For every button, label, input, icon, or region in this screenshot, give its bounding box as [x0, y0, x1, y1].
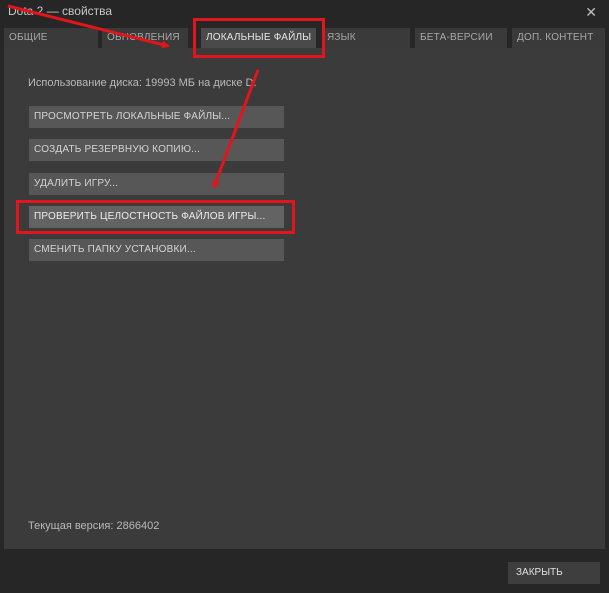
tab-general[interactable]: ОБЩИЕ: [4, 28, 98, 48]
tab-language[interactable]: ЯЗЫК: [322, 28, 410, 48]
backup-game-button[interactable]: СОЗДАТЬ РЕЗЕРВНУЮ КОПИЮ...: [29, 139, 284, 161]
current-version-text: Текущая версия: 2866402: [28, 520, 160, 532]
close-button[interactable]: ЗАКРЫТЬ: [508, 562, 600, 584]
disk-usage-text: Использование диска: 19993 МБ на диске D…: [28, 77, 257, 89]
tab-updates[interactable]: ОБНОВЛЕНИЯ: [102, 28, 188, 48]
tab-betas[interactable]: БЕТА-ВЕРСИИ: [415, 28, 507, 48]
tab-dlc[interactable]: ДОП. КОНТЕНТ: [512, 28, 605, 48]
annotation-box-tab: [193, 18, 325, 58]
annotation-box-button: [16, 200, 295, 234]
move-install-folder-button[interactable]: СМЕНИТЬ ПАПКУ УСТАНОВКИ...: [29, 239, 284, 261]
properties-window: Dota 2 — свойства ✕ ОБЩИЕ ОБНОВЛЕНИЯ ЛОК…: [0, 0, 609, 593]
window-title: Dota 2 — свойства: [8, 4, 113, 18]
browse-local-files-button[interactable]: ПРОСМОТРЕТЬ ЛОКАЛЬНЫЕ ФАЙЛЫ...: [29, 106, 284, 128]
uninstall-game-button[interactable]: УДАЛИТЬ ИГРУ...: [29, 173, 284, 195]
close-icon[interactable]: ✕: [585, 4, 597, 21]
